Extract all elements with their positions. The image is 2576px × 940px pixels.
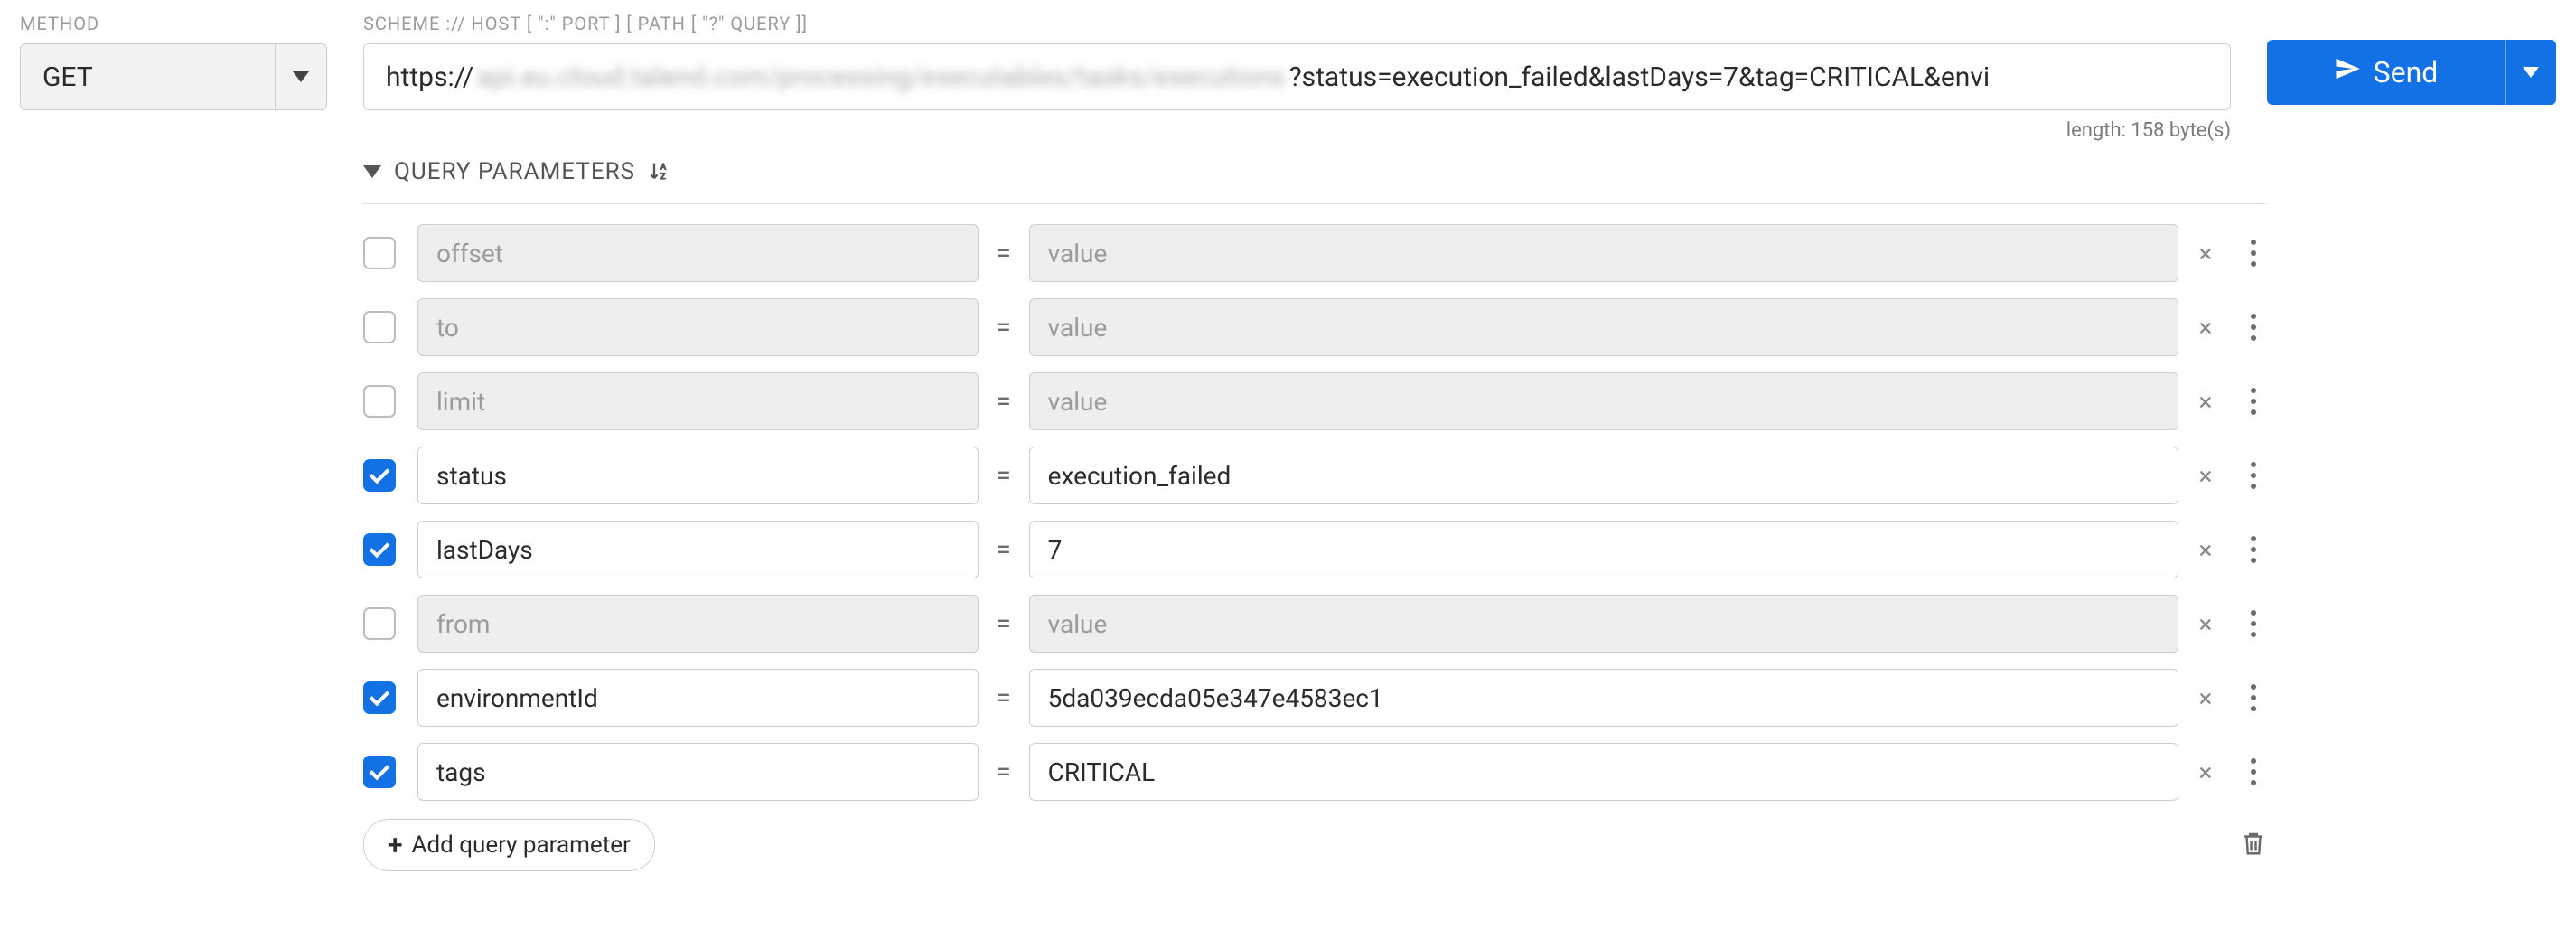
param-enabled-checkbox[interactable] <box>363 682 396 714</box>
param-enabled-checkbox[interactable] <box>363 533 396 566</box>
param-enabled-checkbox[interactable] <box>363 607 396 640</box>
param-remove-button[interactable]: × <box>2191 683 2220 712</box>
method-value: GET <box>21 44 275 109</box>
param-remove-button[interactable]: × <box>2191 239 2220 268</box>
delete-all-button[interactable] <box>2240 828 2267 862</box>
equals-sign: = <box>991 757 1016 788</box>
param-value-input[interactable]: 7 <box>1029 521 2178 578</box>
param-enabled-checkbox[interactable] <box>363 459 396 492</box>
param-value-input[interactable]: 5da039ecda05e347e4583ec1 <box>1029 669 2178 727</box>
plus-icon: + <box>388 830 403 861</box>
method-dropdown-toggle[interactable] <box>275 44 326 109</box>
equals-sign: = <box>991 312 1016 343</box>
param-row: tags = CRITICAL × <box>363 743 2267 801</box>
param-enabled-checkbox[interactable] <box>363 311 396 343</box>
add-query-parameter-button[interactable]: + Add query parameter <box>363 819 655 871</box>
param-remove-button[interactable]: × <box>2191 609 2220 638</box>
url-host-blurred: api.eu.cloud.talend.com/processing/execu… <box>477 61 1285 93</box>
param-enabled-checkbox[interactable] <box>363 237 396 269</box>
url-length: length: 158 byte(s) <box>363 119 2231 142</box>
param-options-button[interactable] <box>2243 309 2263 345</box>
query-parameters-title: QUERY PARAMETERS <box>394 158 635 185</box>
method-label: METHOD <box>20 13 327 34</box>
equals-sign: = <box>991 386 1016 418</box>
url-prefix: https:// <box>386 61 473 93</box>
collapse-toggle-icon <box>363 165 381 178</box>
param-name-input[interactable]: tags <box>417 743 979 801</box>
param-row: environmentId = 5da039ecda05e347e4583ec1 × <box>363 669 2267 727</box>
equals-sign: = <box>991 534 1016 566</box>
param-value-input[interactable]: value <box>1029 298 2178 356</box>
param-options-button[interactable] <box>2243 606 2263 642</box>
equals-sign: = <box>991 608 1016 640</box>
url-input[interactable]: https:// api.eu.cloud.talend.com/process… <box>363 43 2231 110</box>
equals-sign: = <box>991 460 1016 492</box>
param-name-input[interactable]: environmentId <box>417 669 979 727</box>
param-value-input[interactable]: execution_failed <box>1029 446 2178 504</box>
param-options-button[interactable] <box>2243 235 2263 271</box>
param-remove-button[interactable]: × <box>2191 461 2220 490</box>
sort-az-button[interactable]: AZ <box>648 159 673 184</box>
svg-text:A: A <box>660 163 667 173</box>
param-row: limit = value × <box>363 372 2267 430</box>
send-dropdown-toggle[interactable] <box>2505 40 2556 105</box>
param-name-input[interactable]: offset <box>417 224 979 282</box>
param-options-button[interactable] <box>2243 531 2263 568</box>
param-name-input[interactable]: from <box>417 595 979 653</box>
param-name-input[interactable]: status <box>417 446 979 504</box>
chevron-down-icon <box>293 71 309 82</box>
param-value-input[interactable]: CRITICAL <box>1029 743 2178 801</box>
param-remove-button[interactable]: × <box>2191 387 2220 416</box>
param-row: to = value × <box>363 298 2267 356</box>
svg-text:Z: Z <box>660 172 667 182</box>
method-select[interactable]: GET <box>20 43 327 110</box>
param-value-input[interactable]: value <box>1029 372 2178 430</box>
param-enabled-checkbox[interactable] <box>363 756 396 788</box>
equals-sign: = <box>991 682 1016 714</box>
param-name-input[interactable]: lastDays <box>417 521 979 578</box>
param-options-button[interactable] <box>2243 383 2263 419</box>
param-options-button[interactable] <box>2243 680 2263 716</box>
param-name-input[interactable]: limit <box>417 372 979 430</box>
param-remove-button[interactable]: × <box>2191 313 2220 342</box>
param-name-input[interactable]: to <box>417 298 979 356</box>
send-label: Send <box>2374 55 2439 89</box>
param-remove-button[interactable]: × <box>2191 757 2220 786</box>
url-label: SCHEME :// HOST [ ":" PORT ] [ PATH [ "?… <box>363 13 2231 34</box>
chevron-down-icon <box>2523 67 2539 78</box>
param-enabled-checkbox[interactable] <box>363 385 396 418</box>
add-query-label: Add query parameter <box>412 832 631 859</box>
query-parameters-header[interactable]: QUERY PARAMETERS AZ <box>363 158 2267 204</box>
param-remove-button[interactable]: × <box>2191 535 2220 564</box>
param-row: from = value × <box>363 595 2267 653</box>
send-button[interactable]: Send <box>2267 40 2556 105</box>
param-value-input[interactable]: value <box>1029 595 2178 653</box>
url-suffix: ?status=execution_failed&lastDays=7&tag=… <box>1288 61 1990 93</box>
equals-sign: = <box>991 238 1016 269</box>
param-options-button[interactable] <box>2243 754 2263 790</box>
paper-plane-icon <box>2334 55 2361 89</box>
param-row: status = execution_failed × <box>363 446 2267 504</box>
param-value-input[interactable]: value <box>1029 224 2178 282</box>
param-options-button[interactable] <box>2243 457 2263 494</box>
param-row: offset = value × <box>363 224 2267 282</box>
param-row: lastDays = 7 × <box>363 521 2267 578</box>
